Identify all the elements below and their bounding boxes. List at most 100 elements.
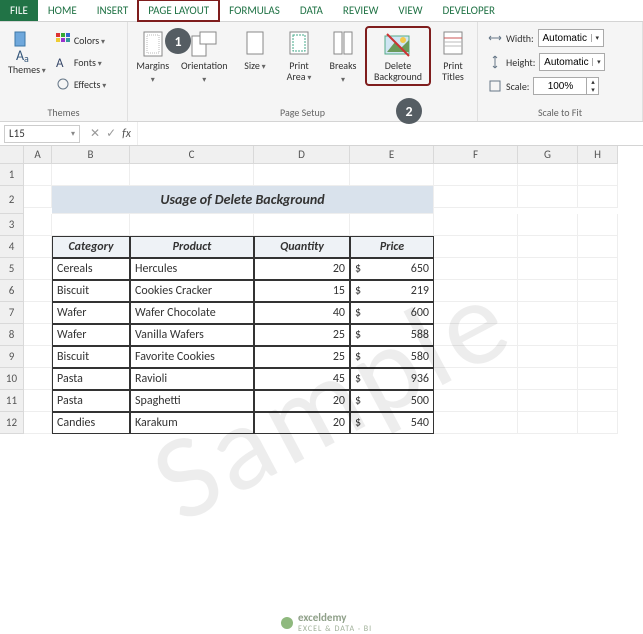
cell[interactable]: [434, 280, 518, 302]
cell[interactable]: [434, 368, 518, 390]
cell[interactable]: Candies: [52, 412, 130, 434]
cell[interactable]: Wafer: [52, 324, 130, 346]
row-header[interactable]: 11: [0, 390, 24, 412]
tab-view[interactable]: VIEW: [388, 0, 432, 21]
cell[interactable]: [518, 164, 578, 186]
select-all-corner[interactable]: [0, 146, 24, 164]
print-titles-button[interactable]: Print Titles: [433, 28, 473, 84]
tab-insert[interactable]: INSERT: [87, 0, 139, 21]
cell[interactable]: [434, 390, 518, 412]
column-header[interactable]: D: [254, 146, 350, 164]
row-header[interactable]: 10: [0, 368, 24, 390]
tab-file[interactable]: FILE: [0, 0, 38, 21]
tab-review[interactable]: REVIEW: [333, 0, 389, 21]
cell[interactable]: Karakum: [130, 412, 254, 434]
width-select[interactable]: ▾: [538, 29, 604, 47]
cancel-formula-icon[interactable]: ✕: [90, 126, 100, 141]
themes-button[interactable]: Aa Themes: [4, 28, 50, 79]
cell[interactable]: $219: [350, 280, 434, 302]
cell[interactable]: [518, 302, 578, 324]
cell[interactable]: Pasta: [52, 368, 130, 390]
cell[interactable]: [24, 302, 52, 324]
cell[interactable]: 25: [254, 346, 350, 368]
table-title[interactable]: Usage of Delete Background: [52, 186, 434, 214]
tab-page-layout[interactable]: PAGE LAYOUT: [138, 0, 219, 21]
effects-button[interactable]: Effects: [56, 74, 106, 94]
scale-stepper[interactable]: ▴▾: [533, 77, 599, 95]
column-header[interactable]: F: [434, 146, 518, 164]
cell[interactable]: [578, 412, 618, 434]
row-header[interactable]: 3: [0, 214, 24, 236]
cell[interactable]: [24, 412, 52, 434]
cell[interactable]: [254, 214, 350, 236]
cell[interactable]: [578, 346, 618, 368]
column-header[interactable]: E: [350, 146, 434, 164]
cell[interactable]: [434, 186, 518, 208]
table-header[interactable]: Product: [130, 236, 254, 258]
cell[interactable]: [130, 214, 254, 236]
cell[interactable]: [434, 346, 518, 368]
cell[interactable]: [518, 280, 578, 302]
height-select[interactable]: ▾: [539, 53, 605, 71]
cell[interactable]: [434, 236, 518, 258]
column-header[interactable]: C: [130, 146, 254, 164]
tab-developer[interactable]: DEVELOPER: [433, 0, 505, 21]
cell[interactable]: [434, 164, 518, 186]
cell[interactable]: [518, 368, 578, 390]
insert-function-button[interactable]: fx: [122, 127, 131, 141]
cell[interactable]: [518, 214, 578, 236]
cell[interactable]: [578, 214, 618, 236]
cell[interactable]: 25: [254, 324, 350, 346]
cell[interactable]: [578, 302, 618, 324]
cell[interactable]: Ravioli: [130, 368, 254, 390]
cell[interactable]: [518, 346, 578, 368]
cell[interactable]: [350, 164, 434, 186]
cell[interactable]: [24, 390, 52, 412]
chevron-down-icon[interactable]: ▾: [591, 34, 603, 42]
cell[interactable]: $650: [350, 258, 434, 280]
cell[interactable]: [578, 324, 618, 346]
name-box[interactable]: L15▾: [4, 125, 80, 143]
cell[interactable]: [52, 214, 130, 236]
fonts-button[interactable]: AFonts: [56, 52, 106, 72]
cell[interactable]: Cookies Cracker: [130, 280, 254, 302]
row-header[interactable]: 6: [0, 280, 24, 302]
row-header[interactable]: 8: [0, 324, 24, 346]
table-header[interactable]: Quantity: [254, 236, 350, 258]
cell[interactable]: 45: [254, 368, 350, 390]
cell[interactable]: [518, 258, 578, 280]
cell[interactable]: [578, 164, 618, 186]
column-header[interactable]: B: [52, 146, 130, 164]
size-button[interactable]: Size: [235, 28, 275, 75]
cell[interactable]: [578, 390, 618, 412]
cell[interactable]: Spaghetti: [130, 390, 254, 412]
cell[interactable]: [24, 186, 52, 208]
cell[interactable]: [24, 346, 52, 368]
tab-formulas[interactable]: FORMULAS: [219, 0, 290, 21]
row-header[interactable]: 4: [0, 236, 24, 258]
chevron-down-icon[interactable]: ▾: [71, 129, 75, 139]
cell[interactable]: Biscuit: [52, 346, 130, 368]
cell[interactable]: [24, 214, 52, 236]
row-header[interactable]: 7: [0, 302, 24, 324]
cell[interactable]: [434, 302, 518, 324]
cell[interactable]: [518, 324, 578, 346]
cell[interactable]: [24, 164, 52, 186]
cell[interactable]: [578, 368, 618, 390]
cell[interactable]: [434, 412, 518, 434]
table-header[interactable]: Price: [350, 236, 434, 258]
cell[interactable]: Biscuit: [52, 280, 130, 302]
breaks-button[interactable]: Breaks: [323, 28, 363, 88]
cell[interactable]: [518, 390, 578, 412]
cell[interactable]: Favorite Cookies: [130, 346, 254, 368]
cell[interactable]: Pasta: [52, 390, 130, 412]
cell[interactable]: [578, 186, 618, 208]
cell[interactable]: [24, 258, 52, 280]
cell[interactable]: [434, 324, 518, 346]
enter-formula-icon[interactable]: ✓: [106, 126, 116, 141]
column-header[interactable]: G: [518, 146, 578, 164]
cell[interactable]: 15: [254, 280, 350, 302]
cell[interactable]: 20: [254, 412, 350, 434]
table-header[interactable]: Category: [52, 236, 130, 258]
cell[interactable]: $588: [350, 324, 434, 346]
